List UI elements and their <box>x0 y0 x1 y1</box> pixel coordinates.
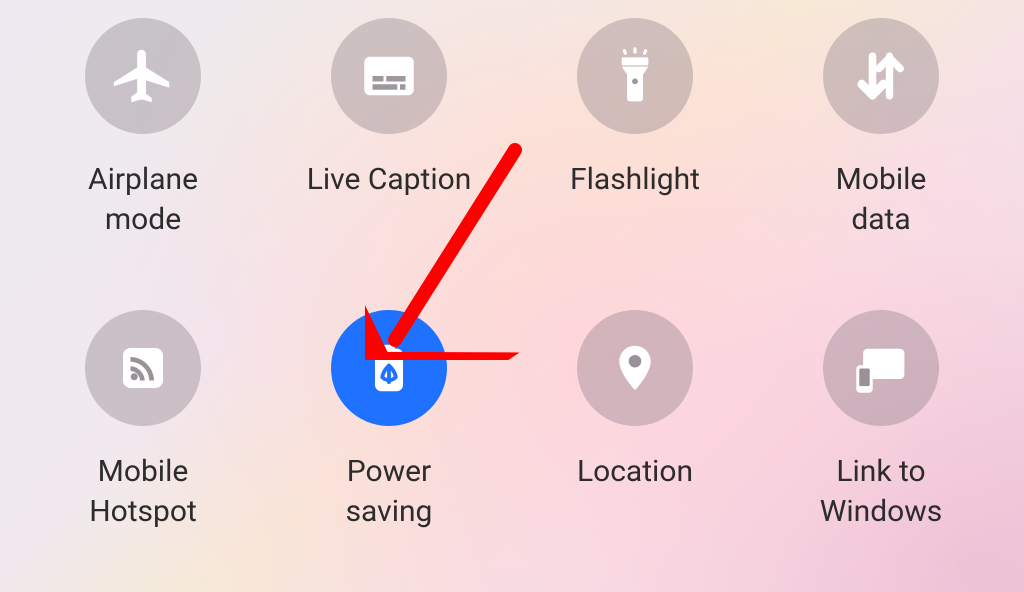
tile-location[interactable]: Location <box>512 310 758 582</box>
tile-label: Power saving <box>346 452 433 532</box>
tile-label: Live Caption <box>307 160 472 200</box>
tile-link-to-windows[interactable]: Link to Windows <box>758 310 1004 582</box>
tile-label: Flashlight <box>570 160 700 200</box>
airplane-icon <box>85 18 201 134</box>
tile-label: Location <box>577 452 693 492</box>
tile-mobile-hotspot[interactable]: Mobile Hotspot <box>20 310 266 582</box>
tile-label: Link to Windows <box>820 452 943 532</box>
tile-label: Mobile Hotspot <box>89 452 197 532</box>
location-pin-icon <box>577 310 693 426</box>
tile-live-caption[interactable]: Live Caption <box>266 18 512 290</box>
link-windows-icon <box>823 310 939 426</box>
data-arrows-icon <box>823 18 939 134</box>
caption-icon <box>331 18 447 134</box>
quick-settings-grid: Airplane mode Live Caption <box>0 0 1024 592</box>
flashlight-icon <box>577 18 693 134</box>
tile-label: Mobile data <box>836 160 927 240</box>
hotspot-icon <box>85 310 201 426</box>
tile-airplane-mode[interactable]: Airplane mode <box>20 18 266 290</box>
tile-mobile-data[interactable]: Mobile data <box>758 18 1004 290</box>
tile-flashlight[interactable]: Flashlight <box>512 18 758 290</box>
tile-power-saving[interactable]: Power saving <box>266 310 512 582</box>
battery-saver-icon <box>331 310 447 426</box>
tile-label: Airplane mode <box>88 160 198 240</box>
